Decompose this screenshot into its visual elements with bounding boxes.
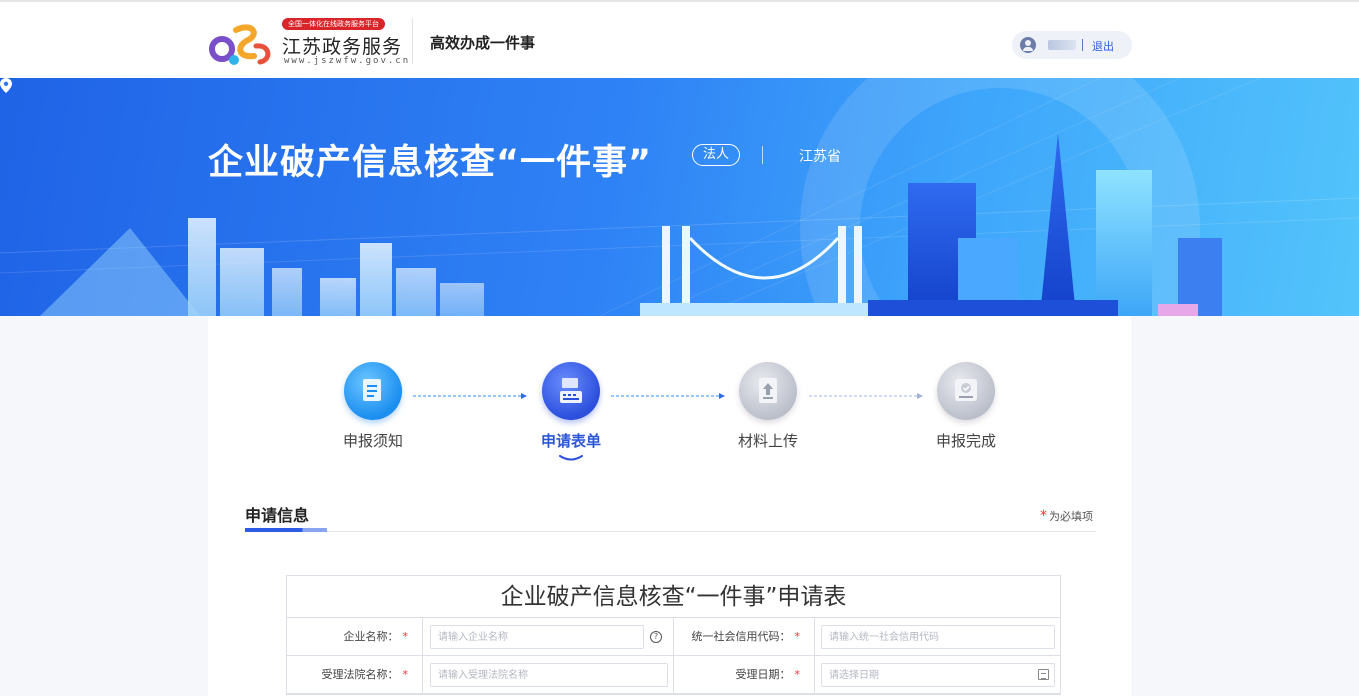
user-separator [1082, 39, 1083, 51]
logo-name[interactable]: 江苏政务服务 [282, 32, 402, 59]
calendar-icon[interactable] [1038, 669, 1049, 680]
logo-icon[interactable] [208, 16, 274, 68]
section-title: 申请信息 [245, 506, 310, 525]
cell-border [422, 656, 423, 693]
cell-border [422, 618, 423, 655]
location-pin-icon [0, 78, 12, 93]
required-star: * [402, 668, 409, 681]
location-text: 江苏省 [799, 149, 841, 165]
top-header: 全国一体化在线政务服务平台 江苏政务服务 www.jszwfw.gov.cn 高… [0, 0, 1359, 78]
application-form: 企业破产信息核查“一件事”申请表 企业名称：* ? 统一社会信用代码：* 受理法… [286, 575, 1061, 695]
legal-person-tag: 法人 [692, 144, 741, 166]
step-label-notice: 申报须知 [342, 432, 403, 450]
form-icon [542, 362, 600, 420]
main-content-card: 申报须知 申请表单 材料上传 申报完成 申请信息 * 为必填项 企业破产信息核查“… [208, 316, 1131, 696]
user-avatar-icon[interactable] [1020, 37, 1036, 53]
help-icon[interactable]: ? [650, 631, 662, 643]
accept-date-picker[interactable] [821, 663, 1055, 687]
form-row: 受理法院名称：* 受理日期：* [287, 656, 1060, 694]
user-menu[interactable]: 退出 [1012, 31, 1132, 59]
user-name-masked [1048, 40, 1076, 50]
notice-icon [344, 362, 402, 420]
step-connector-1 [413, 393, 527, 399]
header-divider [412, 18, 413, 64]
required-star: * [794, 630, 801, 643]
section-divider [245, 531, 1096, 532]
court-name-input[interactable] [430, 663, 668, 687]
complete-icon [937, 362, 995, 420]
court-name-label-text: 受理法院名称： [321, 668, 399, 681]
section-title-underline [245, 528, 327, 532]
court-name-label: 受理法院名称： * [287, 656, 422, 693]
required-note: * 为必填项 [1040, 508, 1093, 524]
hero-banner: 企业破产信息核查“一件事” 法人 江苏省 [0, 78, 1359, 316]
cell-border [814, 618, 815, 655]
step-connector-2 [611, 393, 725, 399]
form-title: 企业破产信息核查“一件事”申请表 [287, 576, 1060, 618]
logout-link[interactable]: 退出 [1092, 38, 1114, 54]
step-label-upload: 材料上传 [737, 432, 798, 450]
platform-badge: 全国一体化在线政务服务平台 [282, 18, 385, 30]
accept-date-label: 受理日期： * [673, 656, 814, 693]
step-notice[interactable]: 申报须知 [323, 362, 423, 451]
step-upload[interactable]: 材料上传 [718, 362, 818, 451]
city-skyline-illustration [0, 78, 1359, 316]
accept-date-label-text: 受理日期： [735, 668, 791, 681]
logo-url: www.jszwfw.gov.cn [284, 56, 411, 66]
required-note-text: 为必填项 [1049, 510, 1093, 523]
company-name-label: 企业名称： * [287, 618, 422, 655]
required-star: * [794, 668, 801, 681]
step-label-form: 申请表单 [540, 432, 601, 450]
step-complete[interactable]: 申报完成 [916, 362, 1016, 451]
banner-title: 企业破产信息核查“一件事” [208, 143, 653, 183]
form-row: 企业名称：* ? 统一社会信用代码：* [287, 618, 1060, 656]
company-name-label-text: 企业名称： [343, 630, 399, 643]
banner-separator [762, 146, 763, 164]
credit-code-input[interactable] [821, 625, 1055, 649]
upload-icon [739, 362, 797, 420]
credit-code-label-text: 统一社会信用代码： [691, 630, 791, 643]
step-form[interactable]: 申请表单 [521, 362, 621, 461]
required-star: * [402, 630, 409, 643]
credit-code-label: 统一社会信用代码： * [673, 618, 814, 655]
required-star: * [1040, 508, 1047, 524]
step-connector-3 [809, 393, 923, 399]
company-name-input[interactable] [430, 625, 644, 649]
active-step-underline [559, 455, 583, 461]
cell-border [814, 656, 815, 693]
step-label-complete: 申报完成 [935, 432, 996, 450]
header-slogan: 高效办成一件事 [430, 34, 536, 52]
